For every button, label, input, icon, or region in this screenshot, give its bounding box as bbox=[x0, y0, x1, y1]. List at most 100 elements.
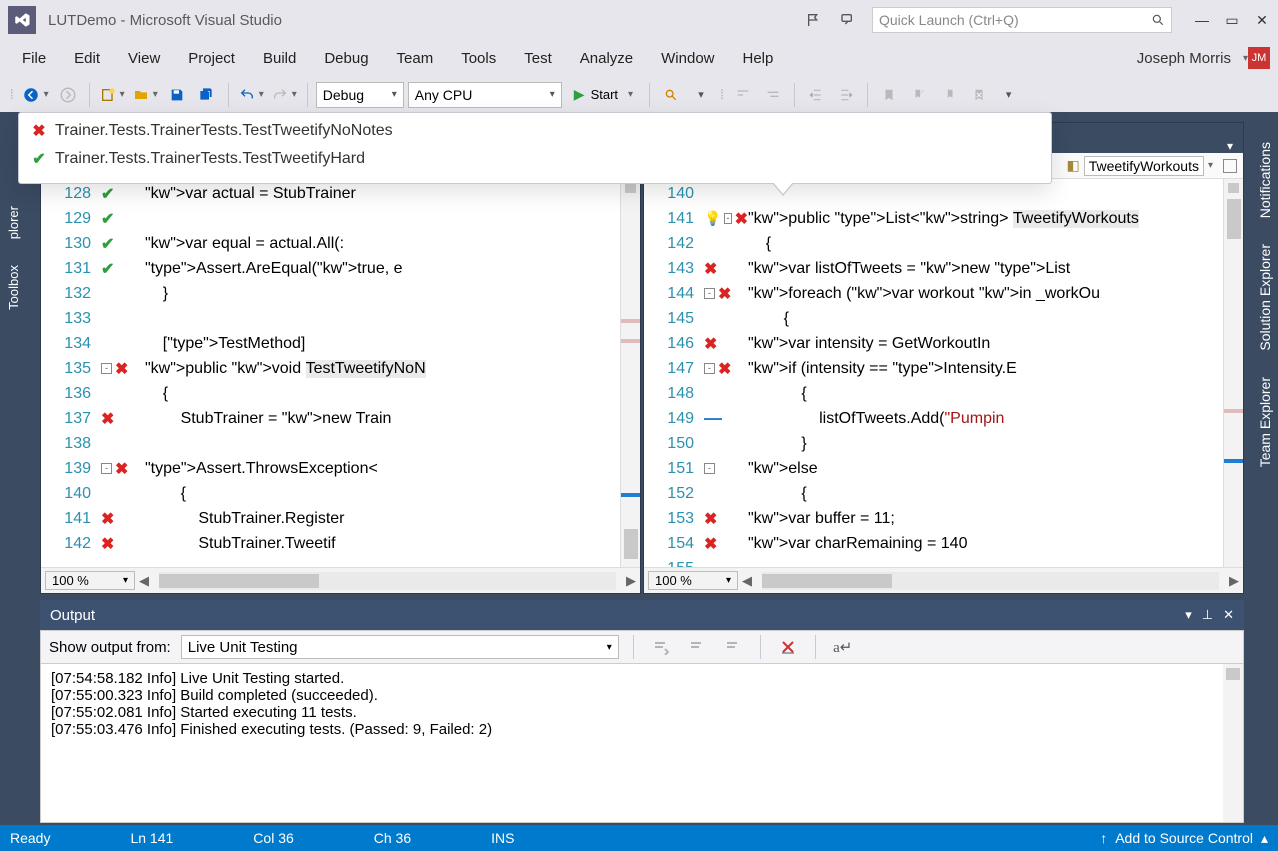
menu-build[interactable]: Build bbox=[249, 46, 310, 71]
zoom-select-left[interactable]: 100 %▾ bbox=[45, 571, 135, 590]
server-explorer-tab[interactable]: plorer bbox=[6, 202, 21, 243]
panel-dropdown-icon[interactable]: ▾ bbox=[1185, 607, 1192, 623]
menu-window[interactable]: Window bbox=[647, 46, 728, 71]
feedback-icon[interactable] bbox=[838, 10, 858, 30]
window-title: LUTDemo - Microsoft Visual Studio bbox=[48, 12, 282, 29]
panel-close-icon[interactable]: ✕ bbox=[1223, 607, 1234, 623]
output-header: Output ▾ ⊥ ✕ bbox=[40, 600, 1244, 630]
redo-button[interactable]: ▾ bbox=[270, 82, 299, 108]
goto-message-button[interactable] bbox=[648, 634, 674, 660]
overflow-button[interactable]: ▾ bbox=[688, 82, 714, 108]
menu-help[interactable]: Help bbox=[729, 46, 788, 71]
clear-bookmarks-button bbox=[966, 82, 992, 108]
test-result-fail[interactable]: ✖ Trainer.Tests.TrainerTests.TestTweetif… bbox=[19, 117, 1051, 145]
prev-message-button[interactable] bbox=[684, 634, 710, 660]
status-ready: Ready bbox=[10, 830, 50, 846]
output-line: [07:55:02.081 Info] Started executing 11… bbox=[51, 704, 1233, 721]
toolbar-grip-icon-2: ⁞ bbox=[720, 87, 724, 102]
undo-button[interactable]: ▾ bbox=[237, 82, 266, 108]
step-over-button bbox=[760, 82, 786, 108]
minimize-button[interactable]: — bbox=[1194, 12, 1210, 28]
open-file-button[interactable]: ▾ bbox=[131, 82, 160, 108]
nav-forward-button[interactable] bbox=[55, 82, 81, 108]
output-toolbar: Show output from: Live Unit Testing▾ a↵ bbox=[40, 630, 1244, 664]
right-tool-tabs: Notifications Solution Explorer Team Exp… bbox=[1252, 112, 1278, 825]
toolbox-tab[interactable]: Toolbox bbox=[6, 261, 21, 314]
menu-file[interactable]: File bbox=[8, 46, 60, 71]
menu-view[interactable]: View bbox=[114, 46, 174, 71]
hscrollbar-right[interactable] bbox=[762, 572, 1219, 590]
split-icon[interactable] bbox=[1223, 159, 1237, 173]
save-all-button[interactable] bbox=[194, 82, 220, 108]
scroll-left-icon[interactable]: ◀ bbox=[738, 573, 756, 589]
member-select-right[interactable]: TweetifyWorkouts bbox=[1084, 156, 1204, 176]
new-project-button[interactable]: ▾ bbox=[98, 82, 127, 108]
config-select[interactable]: Debug▾ bbox=[316, 82, 404, 108]
test-result-pass[interactable]: ✔ Trainer.Tests.TrainerTests.TestTweetif… bbox=[19, 145, 1051, 173]
output-body[interactable]: [07:54:58.182 Info] Live Unit Testing st… bbox=[40, 664, 1244, 823]
fail-icon: ✖ bbox=[29, 121, 49, 141]
flag-icon[interactable] bbox=[804, 10, 824, 30]
scroll-up-icon[interactable] bbox=[1228, 183, 1239, 193]
close-button[interactable]: ✕ bbox=[1254, 12, 1270, 28]
user-avatar[interactable]: JM bbox=[1248, 47, 1270, 69]
title-bar: LUTDemo - Microsoft Visual Studio Quick … bbox=[0, 0, 1278, 40]
menu-test[interactable]: Test bbox=[510, 46, 566, 71]
menu-debug[interactable]: Debug bbox=[310, 46, 382, 71]
output-source-select[interactable]: Live Unit Testing▾ bbox=[181, 635, 619, 659]
toolbar-grip-icon: ⁞ bbox=[10, 87, 14, 102]
vscrollbar-right[interactable] bbox=[1223, 179, 1243, 567]
output-vscroll[interactable] bbox=[1223, 664, 1243, 822]
nav-back-button[interactable]: ▾ bbox=[20, 82, 51, 108]
next-message-button[interactable] bbox=[720, 634, 746, 660]
output-line: [07:55:03.476 Info] Finished executing t… bbox=[51, 721, 1233, 738]
maximize-button[interactable]: ▭ bbox=[1224, 12, 1240, 28]
search-icon bbox=[1151, 13, 1165, 27]
overflow-button-2[interactable]: ▾ bbox=[996, 82, 1022, 108]
menu-bar: File Edit View Project Build Debug Team … bbox=[0, 40, 1278, 76]
menu-analyze[interactable]: Analyze bbox=[566, 46, 647, 71]
menu-project[interactable]: Project bbox=[174, 46, 249, 71]
scc-caret-icon[interactable]: ▴ bbox=[1261, 830, 1268, 847]
find-in-files-button[interactable] bbox=[658, 82, 684, 108]
menu-tools[interactable]: Tools bbox=[447, 46, 510, 71]
play-icon: ▶ bbox=[574, 86, 585, 103]
vscrollbar-left[interactable] bbox=[620, 179, 640, 567]
output-title: Output bbox=[50, 607, 95, 624]
quick-launch-input[interactable]: Quick Launch (Ctrl+Q) bbox=[872, 7, 1172, 33]
scroll-left-icon[interactable]: ◀ bbox=[135, 573, 153, 589]
menu-edit[interactable]: Edit bbox=[60, 46, 114, 71]
editor-foot-right: 100 %▾ ◀ ▶ bbox=[644, 567, 1243, 593]
start-debug-button[interactable]: ▶Start▾ bbox=[566, 82, 641, 108]
editor-pane-left: ▾ 12812913013113213313413513613713813914… bbox=[40, 122, 641, 594]
save-button[interactable] bbox=[164, 82, 190, 108]
solution-explorer-tab[interactable]: Solution Explorer bbox=[1257, 240, 1273, 355]
indent-button bbox=[833, 82, 859, 108]
status-scc[interactable]: Add to Source Control bbox=[1115, 830, 1253, 846]
next-bookmark-button bbox=[936, 82, 962, 108]
main-area: plorer Toolbox ▾ 12812913013113213313413… bbox=[0, 112, 1278, 825]
word-wrap-button[interactable]: a↵ bbox=[830, 634, 856, 660]
menu-team[interactable]: Team bbox=[383, 46, 448, 71]
member-caret-icon[interactable]: ▾ bbox=[1208, 160, 1213, 171]
scroll-right-icon[interactable]: ▶ bbox=[1225, 573, 1243, 589]
clear-output-button[interactable] bbox=[775, 634, 801, 660]
hscrollbar-left[interactable] bbox=[159, 572, 616, 590]
platform-select[interactable]: Any CPU▾ bbox=[408, 82, 562, 108]
publish-icon[interactable]: ↑ bbox=[1100, 830, 1107, 846]
user-name[interactable]: Joseph Morris bbox=[1137, 50, 1231, 67]
status-bar: Ready Ln 141 Col 36 Ch 36 INS ↑ Add to S… bbox=[0, 825, 1278, 851]
code-area-left[interactable]: 1281291301311321331341351361371381391401… bbox=[41, 179, 640, 567]
pin-icon[interactable]: ⊥ bbox=[1202, 607, 1213, 623]
code-area-right[interactable]: 1401411421431441451461471481491501511521… bbox=[644, 179, 1243, 567]
editor-foot-left: 100 %▾ ◀ ▶ bbox=[41, 567, 640, 593]
notifications-tab[interactable]: Notifications bbox=[1257, 138, 1273, 222]
pane-dropdown-icon[interactable]: ▾ bbox=[1227, 139, 1233, 153]
editor-pane-right: ▾ ◧ TweetifyWorkouts ▾ 14014114214314414… bbox=[643, 122, 1244, 594]
scroll-right-icon[interactable]: ▶ bbox=[622, 573, 640, 589]
status-ch: Ch 36 bbox=[374, 830, 411, 846]
show-output-label: Show output from: bbox=[49, 639, 171, 656]
zoom-select-right[interactable]: 100 %▾ bbox=[648, 571, 738, 590]
team-explorer-tab[interactable]: Team Explorer bbox=[1257, 373, 1273, 471]
scroll-up-icon[interactable] bbox=[625, 183, 636, 193]
